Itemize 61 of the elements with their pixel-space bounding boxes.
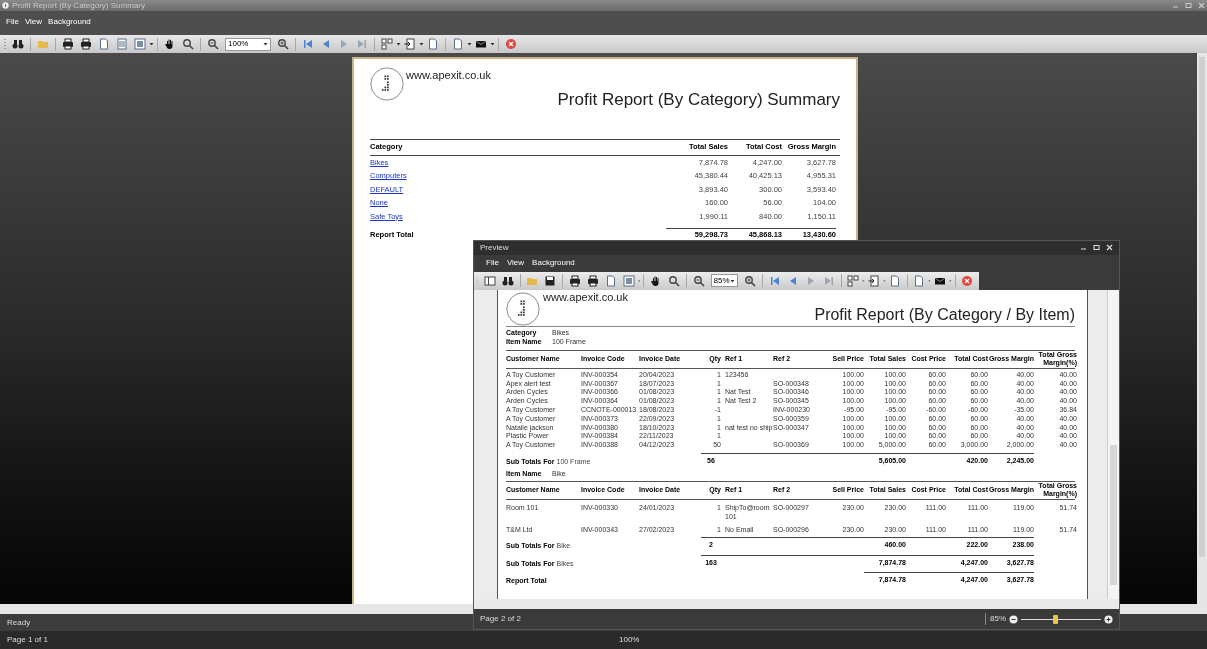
export-icon[interactable] (867, 274, 880, 287)
horizontal-scrollbar[interactable] (474, 599, 1119, 610)
menu-item[interactable]: Background (532, 257, 575, 270)
layout-icon[interactable] (847, 274, 860, 287)
page-icon[interactable] (888, 274, 901, 287)
magnifier-icon[interactable] (182, 38, 194, 50)
website-url: www.apexit.co.uk (406, 68, 491, 83)
vertical-scrollbar[interactable] (1197, 53, 1207, 604)
slider-thumb[interactable] (1052, 614, 1058, 624)
zoom-out-icon[interactable] (692, 274, 705, 287)
status-message: Ready (7, 616, 31, 629)
maximize-icon[interactable] (1093, 244, 1100, 252)
menu-item[interactable]: File (6, 16, 19, 28)
page-indicator: Page 1 of 1 (7, 634, 49, 646)
app-icon (2, 2, 9, 9)
menu-item[interactable]: View (506, 257, 525, 270)
zoom-in-icon[interactable] (277, 38, 289, 50)
binoculars-icon[interactable] (12, 38, 24, 50)
zoom-in-icon[interactable] (744, 274, 757, 287)
zoom-level: 85% (985, 613, 1006, 626)
menu-item[interactable]: File (486, 257, 499, 270)
page-setup-icon[interactable] (116, 38, 128, 50)
page-indicator: Page 2 of 2 (480, 613, 521, 626)
vertical-scrollbar[interactable] (1107, 289, 1119, 600)
printer-icon[interactable] (586, 274, 599, 287)
menu-item[interactable]: View (24, 16, 43, 28)
page-icon[interactable] (427, 38, 439, 50)
page-icon[interactable] (604, 274, 617, 287)
logo-icon (370, 67, 404, 101)
sidebar-icon[interactable] (483, 274, 496, 287)
hand-icon[interactable] (164, 38, 176, 50)
page-icon[interactable] (452, 38, 464, 50)
zoom-out-icon[interactable] (1009, 614, 1018, 624)
first-page-icon[interactable] (768, 274, 781, 287)
hand-icon[interactable] (649, 274, 662, 287)
frame-icon[interactable] (622, 274, 635, 287)
zoom-field[interactable]: 100% (225, 37, 271, 51)
printer-icon[interactable] (568, 274, 581, 287)
printer-icon[interactable] (62, 38, 74, 50)
zoom-field[interactable]: 85% (710, 274, 739, 288)
printer-icon[interactable] (80, 38, 92, 50)
zoom-level: 100% (619, 634, 640, 646)
page-icon[interactable] (98, 38, 110, 50)
save-icon[interactable] (544, 274, 557, 287)
export-icon[interactable] (404, 38, 416, 50)
layout-icon[interactable] (381, 38, 393, 50)
envelope-icon[interactable] (475, 38, 487, 50)
report-title: Profit Report (By Category / By Item) (814, 305, 1075, 324)
magnifier-icon[interactable] (667, 274, 680, 287)
menu-item[interactable]: Background (48, 16, 91, 28)
binoculars-icon[interactable] (501, 274, 514, 287)
report-title: Profit Report (By Category) Summary (556, 89, 840, 111)
window-title: Profit Report (By Category) Summary (12, 0, 145, 11)
page-icon[interactable] (913, 274, 926, 287)
zoom-in-icon[interactable] (1104, 614, 1113, 624)
window-title: Preview (480, 241, 509, 254)
close-icon[interactable] (1106, 244, 1113, 252)
zoom-out-icon[interactable] (207, 38, 219, 50)
website-url: www.apexit.co.uk (543, 289, 628, 305)
toolbar-grip-icon[interactable] (4, 38, 7, 50)
first-page-icon[interactable] (302, 38, 314, 50)
